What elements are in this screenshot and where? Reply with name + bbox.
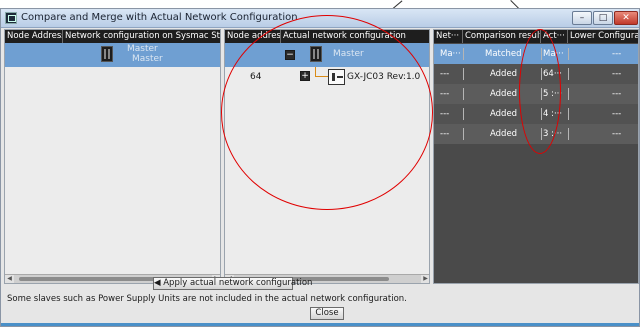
cell-result: Matched — [485, 49, 522, 59]
cell-result: Added — [490, 69, 518, 79]
cell-net: --- — [440, 89, 450, 99]
apply-actual-config-button[interactable]: ◀ Apply actual network configuration — [153, 277, 312, 290]
app-icon — [5, 12, 17, 24]
tree-row-master[interactable]: Master Master — [5, 43, 220, 67]
column-separator — [568, 128, 569, 140]
cell-net: --- — [440, 69, 450, 79]
scroll-right-icon[interactable]: ▶ — [421, 275, 429, 283]
close-button[interactable]: Close — [310, 307, 344, 320]
minimize-icon: – — [579, 13, 585, 23]
column-separator — [568, 88, 569, 100]
master-device-icon — [101, 46, 113, 62]
cell-result: Added — [490, 129, 518, 139]
cell-lower-config: --- — [612, 89, 622, 99]
cell-lower-config: --- — [612, 109, 622, 119]
scroll-left-icon[interactable]: ◀ — [5, 275, 14, 283]
column-separator — [463, 108, 464, 120]
device-name: Master — [127, 44, 158, 54]
column-header-network-config[interactable]: Network configuration on Sysmac Studio — [63, 30, 220, 43]
cell-result: Added — [490, 109, 518, 119]
column-header-net[interactable]: Net··· — [434, 30, 463, 43]
column-separator — [568, 48, 569, 60]
cell-lower-config: --- — [612, 129, 622, 139]
column-header-node-address[interactable]: Node Address — [5, 30, 63, 43]
cell-result: Added — [490, 89, 518, 99]
info-note: Some slaves such as Power Supply Units a… — [7, 294, 407, 304]
close-icon: ✕ — [622, 13, 630, 23]
column-separator — [463, 88, 464, 100]
cell-net: --- — [440, 109, 450, 119]
column-separator — [463, 68, 464, 80]
device-subname: Master — [132, 54, 163, 64]
column-separator — [463, 48, 464, 60]
minimize-button[interactable]: – — [572, 11, 592, 25]
window-title: Compare and Merge with Actual Network Co… — [21, 12, 298, 23]
cell-lower-config: --- — [612, 49, 622, 59]
maximize-button[interactable]: □ — [593, 11, 613, 25]
status-strip — [1, 323, 639, 326]
maximize-icon: □ — [598, 13, 608, 23]
cell-lower-config: --- — [612, 69, 622, 79]
column-separator — [568, 68, 569, 80]
close-window-button[interactable]: ✕ — [614, 11, 638, 25]
column-separator — [463, 128, 464, 140]
cell-net: Ma··· — [440, 49, 461, 59]
sysmac-config-pane: Node Address Network configuration on Sy… — [4, 29, 221, 284]
column-separator — [568, 108, 569, 120]
highlight-ellipse-actual-column — [519, 29, 561, 154]
highlight-ellipse-actual-network — [221, 15, 433, 210]
column-header-lower-config[interactable]: Lower Configuratio — [568, 30, 638, 43]
cell-net: --- — [440, 129, 450, 139]
